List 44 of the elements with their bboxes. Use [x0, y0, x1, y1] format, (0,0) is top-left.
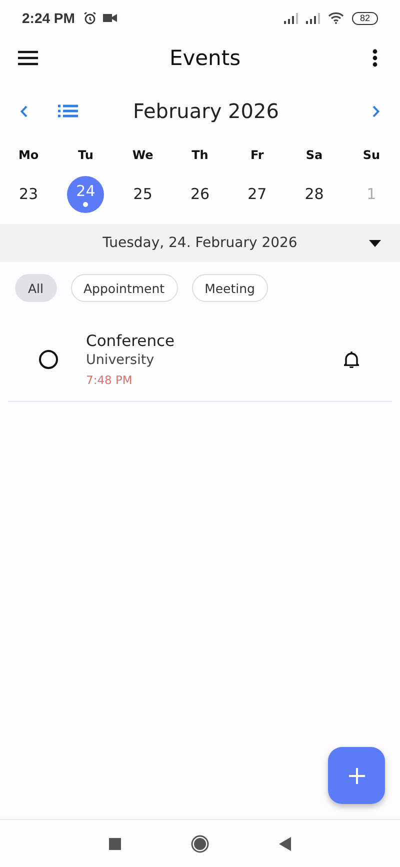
signal-icon — [284, 12, 300, 24]
weekday-label: Su — [362, 147, 381, 164]
event-title: Conference — [86, 332, 176, 350]
add-event-button[interactable] — [328, 747, 385, 804]
bell-icon[interactable] — [344, 351, 359, 368]
wifi-icon — [328, 12, 344, 24]
event-row[interactable]: Conference University 7:48 PM — [8, 322, 392, 402]
filter-chip[interactable]: Appointment — [70, 274, 178, 302]
menu-icon[interactable] — [18, 50, 38, 66]
date-bar[interactable]: Tuesday, 24. February 2026 — [0, 224, 400, 262]
filter-chip[interactable]: Meeting — [192, 274, 268, 302]
battery-indicator: 82 — [352, 12, 378, 24]
status-time: 2:24 PM — [22, 10, 75, 26]
calendar-day[interactable]: 28 — [296, 176, 333, 212]
signal-icon — [306, 12, 322, 24]
next-month-icon[interactable] — [372, 104, 380, 118]
event-location: University — [86, 352, 156, 368]
back-icon[interactable] — [279, 836, 291, 850]
calendar-day[interactable]: 25 — [124, 176, 162, 212]
video-camera-icon — [102, 13, 117, 23]
completion-checkbox[interactable] — [39, 350, 58, 369]
alarm-clock-icon — [82, 11, 97, 25]
weekday-label: Fr — [249, 147, 265, 164]
calendar-day[interactable]: 26 — [181, 176, 218, 212]
selected-date: Tuesday, 24. February 2026 — [102, 235, 298, 251]
list-view-icon[interactable] — [58, 104, 78, 118]
selected-day[interactable]: 24 — [67, 176, 104, 212]
page-title: Events — [169, 46, 241, 70]
home-icon[interactable] — [191, 834, 209, 852]
filter-chip[interactable]: All — [15, 274, 56, 302]
month-title: February 2026 — [132, 99, 280, 123]
weekday-label: Mo — [17, 147, 40, 164]
recent-apps-icon[interactable] — [109, 838, 121, 850]
calendar-day[interactable]: 27 — [238, 176, 276, 212]
event-time: 7:48 PM — [86, 373, 134, 387]
plus-icon — [348, 766, 366, 784]
dropdown-caret-icon[interactable] — [369, 240, 381, 247]
weekday-label: We — [131, 147, 154, 164]
more-options-icon[interactable] — [372, 49, 378, 67]
weekday-label: Sa — [304, 147, 324, 164]
previous-month-icon[interactable] — [20, 104, 28, 118]
calendar-day[interactable]: 23 — [10, 176, 48, 212]
weekday-label: Th — [190, 147, 210, 164]
weekday-label: Tu — [77, 147, 94, 164]
